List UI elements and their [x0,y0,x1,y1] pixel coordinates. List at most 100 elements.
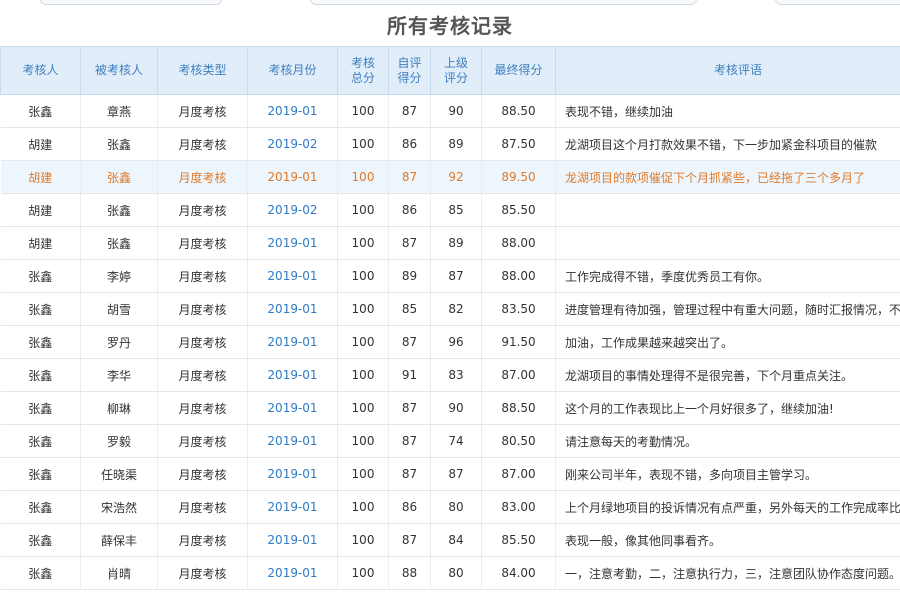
cell-type: 月度考核 [157,325,248,359]
cell-comment: 龙湖项目的款项催促下个月抓紧些，已经拖了三个多月了 [555,160,900,194]
cell-comment: 进度管理有待加强，管理过程中有重大问题，随时汇报情况，不要 [555,292,900,326]
table-header: 考核人 被考核人 考核类型 考核月份 考核 总分 自评 得分 上级 评分 最终得分 考… [0,46,900,95]
cell-month-link[interactable]: 2019-02 [247,193,338,227]
cell-assessee: 李婷 [80,259,158,293]
cell-assessee: 罗丹 [80,325,158,359]
page-title: 所有考核记录 [387,14,513,38]
cell-total: 100 [337,358,389,392]
top-tab-center[interactable] [310,0,697,5]
cell-month-link[interactable]: 2019-01 [247,325,338,359]
top-tab-right[interactable] [775,0,900,5]
cell-final: 84.00 [481,556,556,590]
cell-assessor: 张鑫 [0,94,81,128]
cell-self: 86 [388,193,431,227]
table-row[interactable]: 张鑫 罗丹 月度考核 2019-01 100 87 96 91.50 加油，工作… [0,325,900,359]
table-row[interactable]: 张鑫 任晓渠 月度考核 2019-01 100 87 87 87.00 刚来公司… [0,457,900,491]
table-row[interactable]: 张鑫 胡雪 月度考核 2019-01 100 85 82 83.50 进度管理有… [0,292,900,326]
header-self-score[interactable]: 自评 得分 [388,46,431,95]
table-row[interactable]: 张鑫 罗毅 月度考核 2019-01 100 87 74 80.50 请注意每天… [0,424,900,458]
header-final-score[interactable]: 最终得分 [481,46,556,95]
cell-assessee: 张鑫 [80,127,158,161]
header-total-line1: 考核 [350,55,375,70]
table-row[interactable]: 胡建 张鑫 月度考核 2019-01 100 87 89 88.00 [0,226,900,260]
table-row[interactable]: 张鑫 薛保丰 月度考核 2019-01 100 87 84 85.50 表现一般… [0,523,900,557]
cell-type: 月度考核 [157,127,248,161]
table-row[interactable]: 胡建 张鑫 月度考核 2019-02 100 86 85 85.50 [0,193,900,227]
cell-month-link[interactable]: 2019-01 [247,391,338,425]
cell-month-link[interactable]: 2019-01 [247,490,338,524]
table-row[interactable]: 张鑫 李华 月度考核 2019-01 100 91 83 87.00 龙湖项目的… [0,358,900,392]
header-sup-line1: 上级 [443,55,468,70]
cell-total: 100 [337,259,389,293]
cell-assessor: 张鑫 [0,292,81,326]
header-self-line1: 自评 [397,55,422,70]
cell-type: 月度考核 [157,358,248,392]
header-assessee[interactable]: 被考核人 [80,46,158,95]
cell-total: 100 [337,556,389,590]
top-tab-left[interactable] [40,0,222,5]
cell-final: 87.00 [481,358,556,392]
header-supervisor-score[interactable]: 上级 评分 [430,46,482,95]
cell-total: 100 [337,160,389,194]
cell-supervisor: 85 [430,193,482,227]
header-type[interactable]: 考核类型 [157,46,248,95]
cell-month-link[interactable]: 2019-01 [247,424,338,458]
cell-assessor: 张鑫 [0,523,81,557]
cell-comment: 加油，工作成果越来越突出了。 [555,325,900,359]
table-row[interactable]: 张鑫 李婷 月度考核 2019-01 100 89 87 88.00 工作完成得… [0,259,900,293]
cell-assessee: 宋浩然 [80,490,158,524]
cell-month-link[interactable]: 2019-01 [247,292,338,326]
cell-self: 87 [388,424,431,458]
cell-final: 87.50 [481,127,556,161]
cell-assessee: 张鑫 [80,160,158,194]
header-total-score[interactable]: 考核 总分 [337,46,389,95]
cell-total: 100 [337,292,389,326]
cell-month-link[interactable]: 2019-01 [247,259,338,293]
cell-final: 83.50 [481,292,556,326]
cell-supervisor: 80 [430,556,482,590]
cell-month-link[interactable]: 2019-01 [247,226,338,260]
header-sup-line2: 评分 [443,70,468,85]
cell-month-link[interactable]: 2019-01 [247,94,338,128]
cell-month-link[interactable]: 2019-01 [247,160,338,194]
cell-supervisor: 89 [430,226,482,260]
cell-comment: 一，注意考勤，二，注意执行力，三，注意团队协作态度问题。 [555,556,900,590]
cell-total: 100 [337,490,389,524]
cell-month-link[interactable]: 2019-01 [247,358,338,392]
cell-assessor: 胡建 [0,160,81,194]
cell-supervisor: 90 [430,391,482,425]
header-month[interactable]: 考核月份 [247,46,338,95]
cell-month-link[interactable]: 2019-01 [247,457,338,491]
cell-self: 87 [388,94,431,128]
table-row-highlighted[interactable]: 胡建 张鑫 月度考核 2019-01 100 87 92 89.50 龙湖项目的… [0,160,900,194]
header-assessor[interactable]: 考核人 [0,46,81,95]
table-row[interactable]: 张鑫 柳琳 月度考核 2019-01 100 87 90 88.50 这个月的工… [0,391,900,425]
cell-type: 月度考核 [157,94,248,128]
cell-total: 100 [337,226,389,260]
cell-self: 87 [388,457,431,491]
cell-type: 月度考核 [157,160,248,194]
cell-month-link[interactable]: 2019-01 [247,556,338,590]
top-tab-strip [0,0,900,6]
cell-total: 100 [337,325,389,359]
cell-month-link[interactable]: 2019-02 [247,127,338,161]
cell-comment: 工作完成得不错，季度优秀员工有你。 [555,259,900,293]
cell-assessor: 张鑫 [0,325,81,359]
table-row[interactable]: 张鑫 宋浩然 月度考核 2019-01 100 86 80 83.00 上个月绿… [0,490,900,524]
cell-assessor: 张鑫 [0,391,81,425]
cell-self: 89 [388,259,431,293]
header-comment[interactable]: 考核评语 [555,46,900,95]
cell-type: 月度考核 [157,259,248,293]
cell-final: 80.50 [481,424,556,458]
table-row[interactable]: 张鑫 肖晴 月度考核 2019-01 100 88 80 84.00 一，注意考… [0,556,900,590]
cell-total: 100 [337,127,389,161]
cell-final: 88.00 [481,226,556,260]
cell-comment: 刚来公司半年，表现不错，多向项目主管学习。 [555,457,900,491]
cell-type: 月度考核 [157,391,248,425]
cell-supervisor: 82 [430,292,482,326]
cell-self: 87 [388,226,431,260]
cell-month-link[interactable]: 2019-01 [247,523,338,557]
table-row[interactable]: 胡建 张鑫 月度考核 2019-02 100 86 89 87.50 龙湖项目这… [0,127,900,161]
cell-final: 85.50 [481,523,556,557]
table-row[interactable]: 张鑫 章燕 月度考核 2019-01 100 87 90 88.50 表现不错，… [0,94,900,128]
